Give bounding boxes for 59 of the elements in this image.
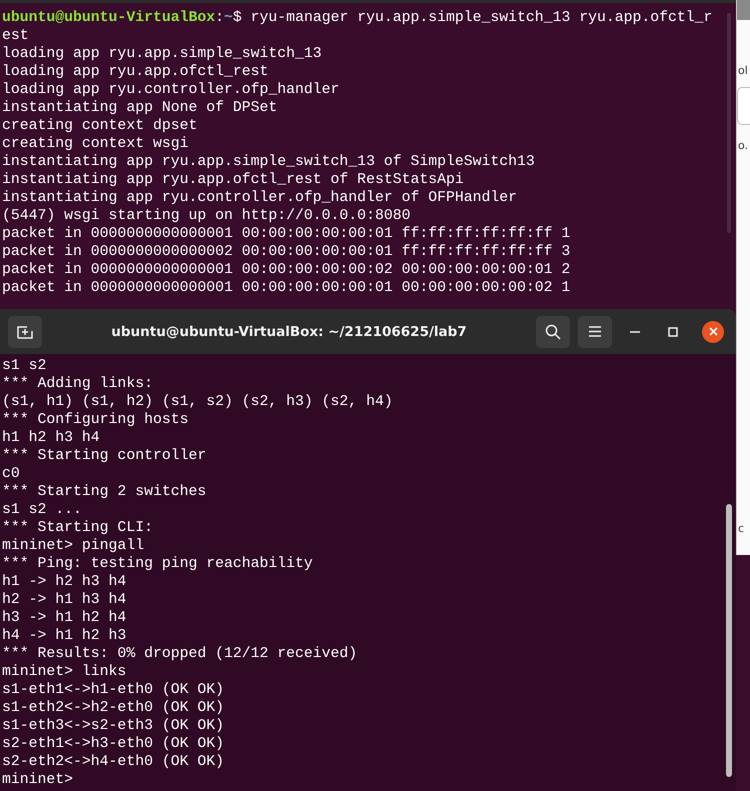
new-tab-icon [17, 324, 33, 338]
terminal-line: c0 [2, 465, 20, 483]
terminal-line: packet in 0000000000000002 00:00:00:00:00:01 ff:ff:ff:ff:ff:ff 3 [2, 243, 570, 261]
terminal-line: s2-eth1<->h3-eth0 (OK OK) [2, 735, 224, 753]
terminal-line: instantiating app ryu.app.simple_switch_13 of SimpleSwitch13 [2, 153, 535, 171]
terminal-line: mininet> pingall [2, 537, 144, 555]
terminal-line: loading app ryu.app.simple_switch_13 [2, 45, 322, 63]
terminal-line: *** Configuring hosts [2, 411, 188, 429]
maximize-icon [668, 326, 678, 336]
close-button[interactable] [702, 320, 724, 342]
terminal-line: loading app ryu.app.ofctl_rest [2, 63, 268, 81]
window-title: ubuntu@ubuntu-VirtualBox: ~/212106625/lab7 [110, 324, 468, 340]
terminal-line: packet in 0000000000000001 00:00:00:00:00:01 00:00:00:00:00:02 1 [2, 279, 570, 297]
terminal-line: s1-eth3<->s2-eth3 (OK OK) [2, 717, 224, 735]
terminal-line: h3 -> h1 h2 h4 [2, 609, 126, 627]
terminal-line: h4 -> h1 h2 h3 [2, 627, 126, 645]
terminal-line: *** Starting CLI: [2, 519, 153, 537]
terminal-line: instantiating app ryu.controller.ofp_handler of OFPHandler [2, 189, 518, 207]
terminal-line: s2-eth2<->h4-eth0 (OK OK) [2, 753, 224, 771]
search-icon [545, 324, 561, 340]
search-button[interactable] [536, 316, 570, 348]
scrollbar[interactable] [726, 504, 732, 777]
terminal-line: mininet> links [2, 663, 126, 681]
terminal-line: *** Starting controller [2, 447, 206, 465]
cut-text: c [737, 522, 744, 535]
terminal-line: s1-eth1<->h1-eth0 (OK OK) [2, 681, 224, 699]
terminal-line: packet in 0000000000000001 00:00:00:00:00:02 00:00:00:00:00:01 2 [2, 261, 570, 279]
terminal-line: creating context wsgi [2, 135, 188, 153]
terminal-line: *** Starting 2 switches [2, 483, 206, 501]
terminal-line: (s1, h1) (s1, h2) (s1, s2) (s2, h3) (s2, h4) [2, 393, 393, 411]
terminal-line: s1 s2 [2, 357, 46, 375]
terminal-line: *** Adding links: [2, 375, 153, 393]
terminal-line: h2 -> h1 h3 h4 [2, 591, 126, 609]
prompt-path: ~ [224, 9, 233, 27]
terminal-line: instantiating app ryu.app.ofctl_rest of RestStatsApi [2, 171, 464, 189]
toolbar-strip [737, 0, 750, 20]
terminal-line: (5447) wsgi starting up on http://0.0.0.0:8080 [2, 207, 410, 225]
terminal-line: est [2, 27, 29, 45]
minimize-icon [630, 330, 640, 332]
terminal-line: s1-eth2<->h2-eth0 (OK OK) [2, 699, 224, 717]
close-icon [708, 327, 718, 336]
new-tab-button[interactable] [8, 316, 42, 348]
terminal-line: mininet> [2, 771, 74, 789]
terminal-line: *** Results: 0% dropped (12/12 received) [2, 645, 358, 663]
terminal-line: s1 s2 ... [2, 501, 82, 519]
terminal-line: h1 -> h2 h3 h4 [2, 573, 126, 591]
menu-button[interactable] [578, 316, 612, 348]
menu-icon [589, 326, 601, 337]
prompt-separator: : [215, 9, 224, 27]
terminal-line: *** Ping: testing ping reachability [2, 555, 313, 573]
terminal-line: loading app ryu.controller.ofp_handler [2, 81, 340, 99]
terminal-line: h1 h2 h3 h4 [2, 429, 100, 447]
prompt-user-host: ubuntu@ubuntu-VirtualBox [2, 9, 216, 27]
terminal-line: creating context dpset [2, 117, 198, 135]
cut-text: ol [737, 64, 748, 77]
terminal-line: instantiating app None of DPSet [2, 99, 278, 117]
terminal-line: packet in 0000000000000001 00:00:00:00:00:01 ff:ff:ff:ff:ff:ff 1 [2, 225, 570, 243]
cut-text: o. [737, 139, 748, 152]
command-text: $ ryu-manager ryu.app.simple_switch_13 ryu.app.ofctl_r [232, 9, 712, 27]
